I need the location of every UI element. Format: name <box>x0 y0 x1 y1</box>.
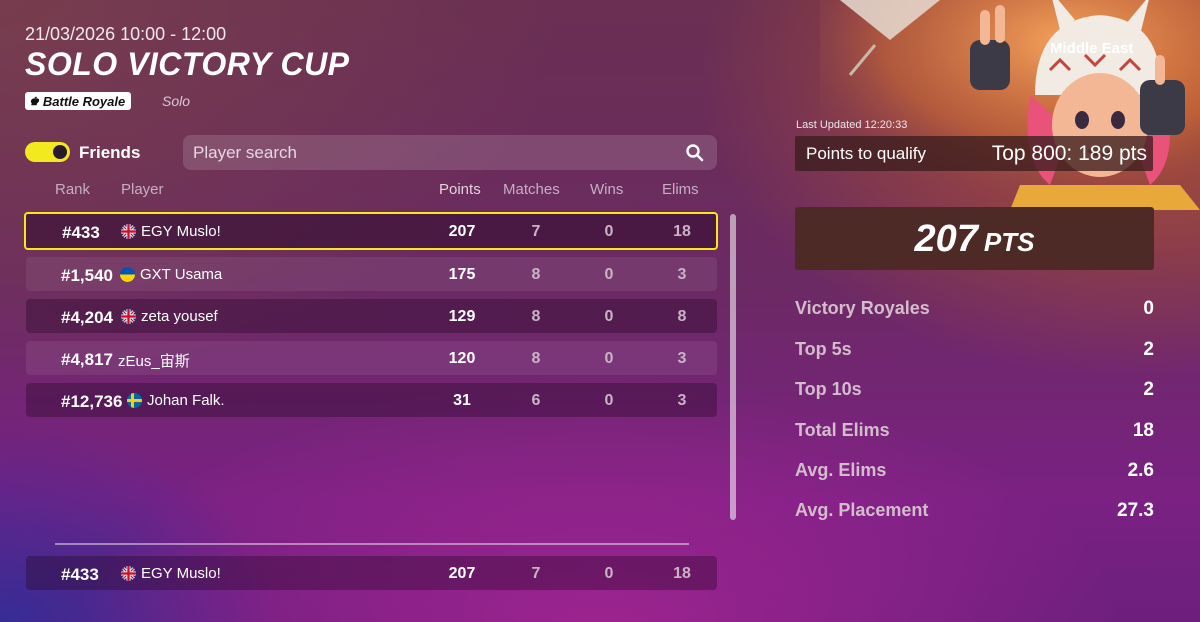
ukraine-flag-icon <box>120 267 135 282</box>
qualify-panel: Points to qualify Top 800: 189 pts <box>795 136 1153 171</box>
stat-avg-elims: Avg. Elims 2.6 <box>795 460 1154 484</box>
event-date-time: 21/03/2026 10:00 - 12:00 <box>25 24 227 44</box>
total-points-panel: 207 PTS <box>795 207 1154 270</box>
stat-value: 27.3 <box>1117 500 1154 521</box>
row-player-name: EGY Muslo! <box>141 565 221 582</box>
leaderboard-row[interactable]: #12,736 Johan Falk. 31 6 0 3 <box>26 383 717 417</box>
qualify-label: Points to qualify <box>806 144 927 163</box>
total-points-value: 207 <box>914 218 978 260</box>
row-points: 207 <box>448 565 476 582</box>
mode-badge-label: Battle Royale <box>42 93 126 109</box>
stat-victory-royales: Victory Royales 0 <box>795 298 1154 322</box>
col-header-rank: Rank <box>55 181 91 198</box>
crown-icon: ♚ <box>29 95 39 108</box>
row-elims: 18 <box>673 223 691 240</box>
region-label: Middle East <box>1050 40 1134 57</box>
my-position-row[interactable]: #433 EGY Muslo! 207 7 0 18 <box>26 556 717 590</box>
row-points: 120 <box>448 350 476 367</box>
row-wins: 0 <box>604 266 614 283</box>
mode-badge: ♚ Battle Royale <box>25 92 132 110</box>
row-matches: 8 <box>531 350 541 367</box>
row-points: 129 <box>448 308 476 325</box>
row-rank: #1,540 <box>61 266 113 285</box>
leaderboard-divider <box>55 543 689 545</box>
stat-top-5s: Top 5s 2 <box>795 339 1154 363</box>
row-wins: 0 <box>604 565 614 582</box>
row-rank: #4,204 <box>61 308 113 327</box>
row-wins: 0 <box>604 350 614 367</box>
row-player-name: zEus_宙斯 <box>118 353 190 370</box>
stat-label: Avg. Elims <box>795 460 887 480</box>
stat-label: Victory Royales <box>795 298 930 318</box>
stat-top-10s: Top 10s 2 <box>795 379 1154 403</box>
stat-value: 18 <box>1132 420 1154 441</box>
row-wins: 0 <box>604 308 614 325</box>
last-updated: Last Updated 12:20:33 <box>796 119 908 131</box>
stat-avg-placement: Avg. Placement 27.3 <box>795 500 1154 524</box>
toggle-knob <box>53 145 67 159</box>
total-points-unit: PTS <box>983 227 1035 257</box>
row-wins: 0 <box>604 223 614 240</box>
player-search-box[interactable] <box>183 135 717 170</box>
row-rank: #433 <box>62 223 100 242</box>
friends-toggle[interactable] <box>25 142 70 162</box>
stat-value: 2.6 <box>1127 460 1154 481</box>
row-elims: 3 <box>677 266 687 283</box>
row-matches: 6 <box>531 392 541 409</box>
row-matches: 7 <box>531 223 541 240</box>
col-header-player: Player <box>121 181 164 198</box>
col-header-wins: Wins <box>590 181 624 198</box>
col-header-matches: Matches <box>503 181 560 198</box>
row-points: 31 <box>453 392 471 409</box>
uk-flag-icon <box>121 224 136 239</box>
stat-label: Total Elims <box>795 420 890 440</box>
leaderboard-row[interactable]: #4,204 zeta yousef 129 8 0 8 <box>26 299 717 333</box>
leaderboard-row[interactable]: #1,540 GXT Usama 175 8 0 3 <box>26 257 717 291</box>
row-points: 207 <box>448 223 476 240</box>
uk-flag-icon <box>121 566 136 581</box>
row-player-name: zeta yousef <box>141 308 218 325</box>
row-rank: #433 <box>61 565 99 584</box>
row-matches: 8 <box>531 266 541 283</box>
event-title: SOLO VICTORY CUP <box>25 46 350 82</box>
stat-label: Top 10s <box>795 379 862 399</box>
row-elims: 3 <box>677 350 687 367</box>
row-rank: #12,736 <box>61 392 123 411</box>
row-player-name: EGY Muslo! <box>141 223 221 240</box>
stat-value: 2 <box>1143 339 1154 360</box>
stat-total-elims: Total Elims 18 <box>795 420 1154 444</box>
leaderboard-row[interactable]: #4,817 zEus_宙斯 120 8 0 3 <box>26 341 717 375</box>
uk-flag-icon <box>121 309 136 324</box>
row-player-name: Johan Falk. <box>147 392 225 409</box>
row-matches: 8 <box>531 308 541 325</box>
col-header-elims: Elims <box>662 181 699 198</box>
row-elims: 18 <box>673 565 691 582</box>
stat-label: Top 5s <box>795 339 852 359</box>
col-header-points: Points <box>439 181 481 198</box>
row-player-name: GXT Usama <box>140 266 223 283</box>
row-elims: 3 <box>677 392 687 409</box>
row-points: 175 <box>448 266 476 283</box>
sweden-flag-icon <box>127 393 142 408</box>
search-icon[interactable] <box>685 143 705 163</box>
leaderboard-row-current-player[interactable]: #433 EGY Muslo! 207 7 0 18 <box>24 212 718 250</box>
row-matches: 7 <box>531 565 541 582</box>
friends-label: Friends <box>79 143 141 162</box>
row-elims: 8 <box>677 308 687 325</box>
player-search-input[interactable] <box>193 135 673 170</box>
stat-label: Avg. Placement <box>795 500 929 520</box>
mode-type: Solo <box>162 93 191 109</box>
stat-value: 0 <box>1143 298 1154 319</box>
row-wins: 0 <box>604 392 614 409</box>
leaderboard-scrollbar[interactable] <box>730 214 736 520</box>
hero-character-artwork <box>820 0 1200 210</box>
row-rank: #4,817 <box>61 350 113 369</box>
qualify-value: Top 800: 189 pts <box>991 142 1147 165</box>
stat-value: 2 <box>1143 379 1154 400</box>
